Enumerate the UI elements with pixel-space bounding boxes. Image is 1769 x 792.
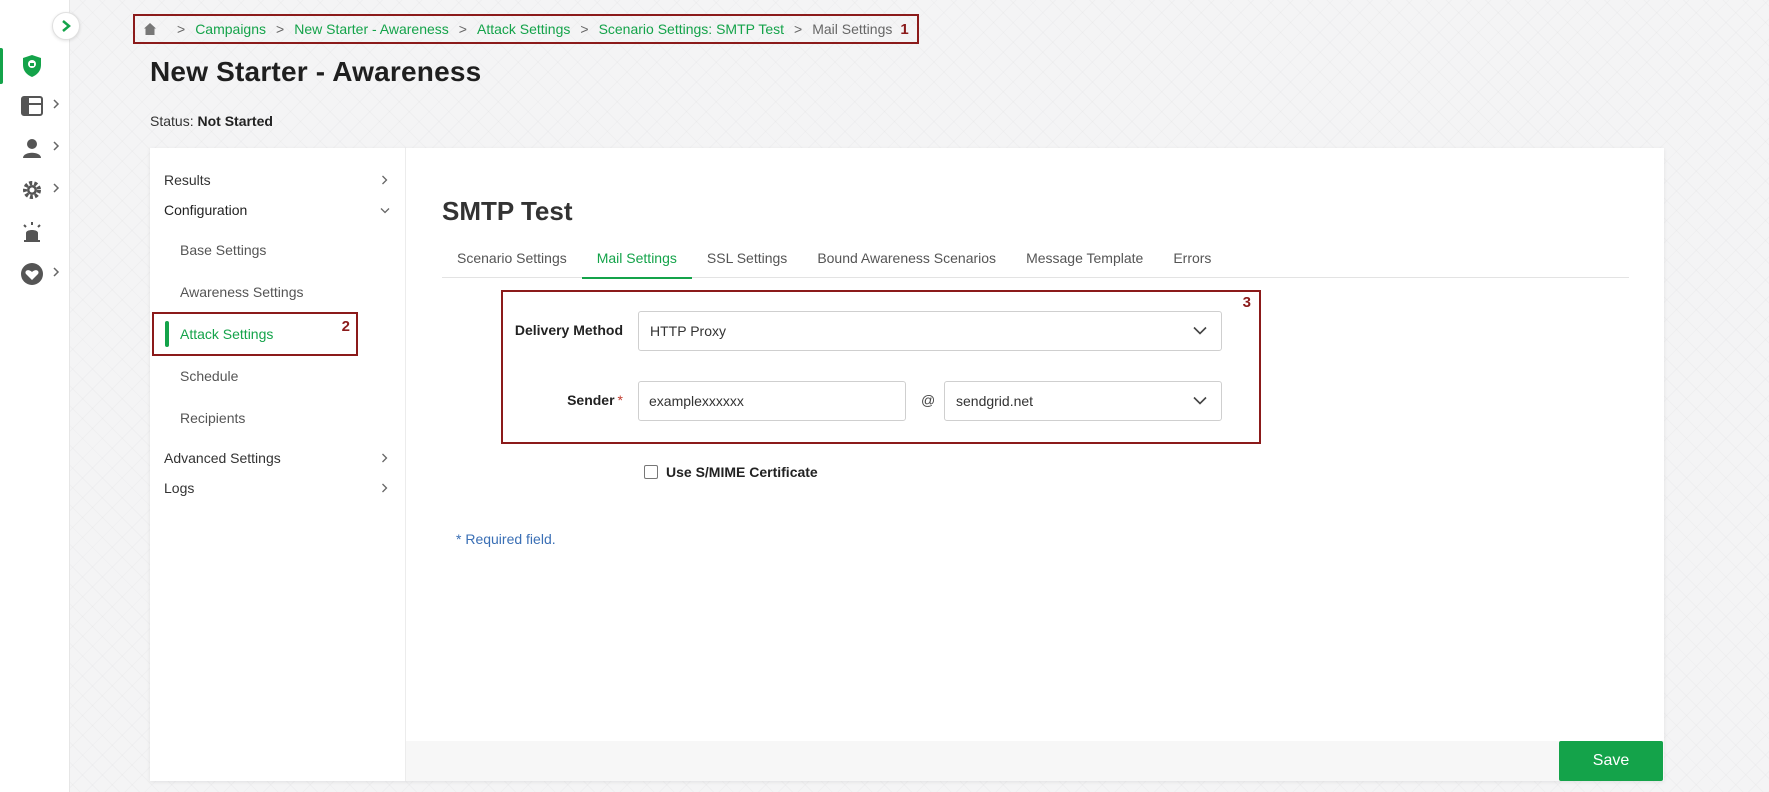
tab-bound-awareness-scenarios[interactable]: Bound Awareness Scenarios: [802, 238, 1011, 278]
breadcrumb-current: Mail Settings: [812, 21, 893, 37]
breadcrumb-separator: >: [458, 21, 467, 37]
footer-bar: [406, 741, 1664, 781]
dashboard-icon: [21, 96, 43, 116]
chevron-right-icon: [382, 175, 388, 185]
chevron-down-icon: [380, 208, 390, 214]
tab-scenario-settings[interactable]: Scenario Settings: [442, 238, 582, 278]
nav-results-label: Results: [164, 172, 211, 188]
campaign-card: Results Configuration Base Settings Awar…: [150, 148, 1664, 781]
rail-item-settings[interactable]: [0, 172, 70, 208]
nav-advanced-label: Advanced Settings: [164, 450, 281, 466]
sender-label: Sender *: [507, 392, 623, 408]
scenario-tabs: Scenario Settings Mail Settings SSL Sett…: [442, 238, 1629, 279]
save-button[interactable]: Save: [1559, 741, 1663, 781]
breadcrumb-attack-settings[interactable]: Attack Settings: [477, 21, 570, 37]
annotation-number-2: 2: [341, 318, 350, 335]
breadcrumb: > Campaigns > New Starter - Awareness > …: [133, 14, 919, 44]
nav-advanced-settings[interactable]: Advanced Settings: [164, 443, 392, 473]
campaign-status: Status: Not Started: [150, 113, 273, 129]
heart-icon: [21, 263, 43, 285]
rail-item-dashboard[interactable]: [0, 88, 70, 124]
chevron-right-icon: [382, 453, 388, 463]
breadcrumb-scenario-settings[interactable]: Scenario Settings: SMTP Test: [599, 21, 784, 37]
users-icon: [23, 139, 41, 158]
breadcrumb-separator: >: [580, 21, 589, 37]
rail-logo[interactable]: [0, 48, 70, 84]
config-side-nav: Results Configuration Base Settings Awar…: [150, 148, 406, 781]
rail-expand-button[interactable]: [52, 12, 80, 40]
tab-mail-settings[interactable]: Mail Settings: [581, 238, 693, 279]
tab-message-template[interactable]: Message Template: [1011, 238, 1158, 278]
rail-item-users[interactable]: [0, 130, 70, 166]
chevron-right-icon: [382, 483, 388, 493]
sender-domain-select[interactable]: sendgrid.net: [944, 381, 1222, 421]
chevron-right-icon: [53, 183, 60, 193]
home-icon[interactable]: [143, 22, 157, 36]
at-sign: @: [921, 392, 936, 408]
sender-domain-value: sendgrid.net: [956, 393, 1034, 409]
mail-settings-panel: SMTP Test Scenario Settings Mail Setting…: [406, 148, 1664, 781]
smime-checkbox[interactable]: [644, 465, 658, 479]
chevron-right-icon: [53, 141, 60, 151]
breadcrumb-campaigns[interactable]: Campaigns: [195, 21, 266, 37]
status-label: Status:: [150, 113, 194, 129]
chevron-right-icon: [53, 99, 60, 109]
scenario-title: SMTP Test: [442, 196, 573, 226]
chevron-down-icon: [1193, 396, 1207, 405]
chevron-right-icon: [53, 267, 60, 277]
shield-logo-icon: [23, 55, 41, 77]
left-rail: [0, 0, 70, 792]
rail-item-alerts[interactable]: [0, 214, 70, 250]
page-title: New Starter - Awareness: [150, 56, 482, 87]
gear-icon: [23, 181, 41, 199]
nav-attack-settings[interactable]: Attack Settings 2: [152, 312, 358, 356]
tab-ssl-settings[interactable]: SSL Settings: [692, 238, 802, 278]
breadcrumb-separator: >: [177, 21, 186, 37]
status-value: Not Started: [197, 113, 273, 129]
nav-base-settings[interactable]: Base Settings: [164, 230, 364, 270]
nav-awareness-settings[interactable]: Awareness Settings: [164, 272, 364, 312]
required-star: *: [617, 392, 623, 408]
breadcrumb-campaign[interactable]: New Starter - Awareness: [294, 21, 449, 37]
nav-configuration[interactable]: Configuration: [164, 195, 392, 225]
smime-option[interactable]: Use S/MIME Certificate: [644, 464, 818, 480]
delivery-method-select[interactable]: HTTP Proxy: [638, 311, 1222, 351]
nav-results[interactable]: Results: [164, 165, 392, 195]
sender-local-input[interactable]: [638, 381, 906, 421]
delivery-method-label: Delivery Method: [514, 322, 623, 338]
breadcrumb-separator: >: [276, 21, 285, 37]
nav-schedule[interactable]: Schedule: [164, 356, 364, 396]
breadcrumb-separator: >: [794, 21, 803, 37]
required-field-note: * Required field.: [456, 531, 556, 547]
chevron-right-icon: [62, 20, 71, 32]
chevron-down-icon: [1193, 326, 1207, 335]
nav-logs[interactable]: Logs: [164, 473, 392, 503]
nav-recipients[interactable]: Recipients: [164, 398, 364, 438]
annotation-number-3: 3: [1242, 294, 1251, 311]
active-indicator: [165, 321, 169, 347]
alarm-icon: [23, 222, 41, 242]
smime-label: Use S/MIME Certificate: [666, 464, 818, 480]
rail-active-indicator: [0, 48, 3, 84]
tab-errors[interactable]: Errors: [1158, 238, 1226, 278]
mail-settings-form: 3 Delivery Method HTTP Proxy Sender* @ s…: [501, 290, 1261, 444]
nav-logs-label: Logs: [164, 480, 195, 496]
delivery-method-value: HTTP Proxy: [650, 323, 726, 339]
nav-attack-settings-label: Attack Settings: [180, 326, 274, 342]
annotation-number-1: 1: [900, 20, 909, 38]
rail-item-favorites[interactable]: [0, 256, 70, 292]
sender-label-text: Sender: [567, 392, 615, 408]
nav-configuration-label: Configuration: [164, 202, 248, 218]
